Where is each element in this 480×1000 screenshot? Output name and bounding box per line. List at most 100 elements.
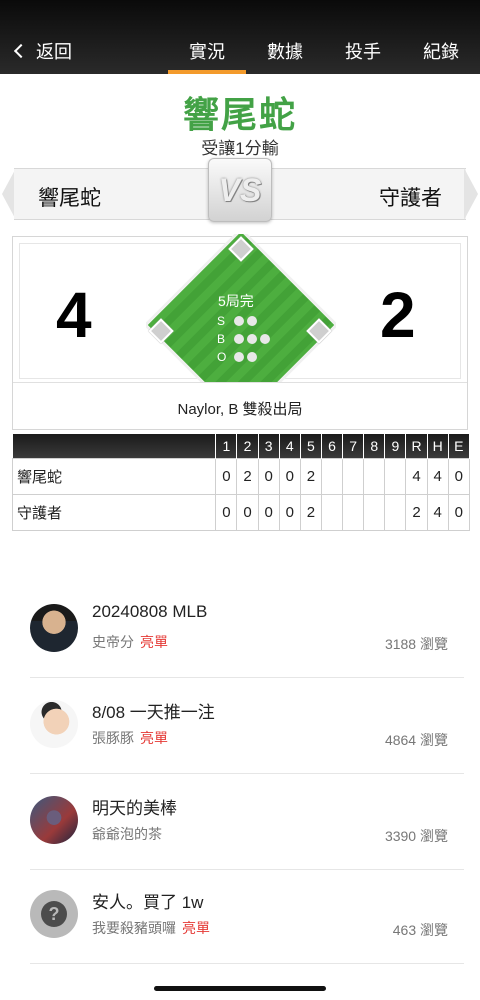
count-dot [234, 316, 244, 326]
avatar[interactable] [30, 796, 78, 844]
count-dot [260, 334, 270, 344]
author-name: 張豚豚 [92, 730, 134, 746]
count-dot [234, 334, 244, 344]
score-cell: 4 [426, 493, 449, 531]
count-dot [247, 316, 257, 326]
score-cell: 0 [215, 493, 238, 531]
count-dot [234, 352, 244, 362]
out-label: O [217, 350, 227, 364]
table-row: 響尾蛇 0 2 0 0 2 4 4 0 [11, 457, 471, 495]
line-score-header: 1 2 3 4 5 6 7 8 9 R H E [12, 434, 471, 458]
list-item[interactable]: 明天的美棒 爺爺泡的茶 3390 瀏覽 [30, 776, 464, 870]
view-count: 3390 瀏覽 [384, 828, 448, 844]
score-cell: 4 [405, 457, 428, 495]
vs-badge: VS [208, 158, 272, 222]
header-cell: 4 [279, 434, 301, 458]
header-cell: 9 [384, 434, 407, 458]
view-count: 463 瀏覽 [392, 922, 448, 938]
top-nav-bar: 返回 實況 數據 投手 紀錄 [0, 0, 480, 74]
score-cell [363, 457, 386, 495]
post-title: 安人。買了 1w [92, 893, 204, 912]
header-team-col [12, 434, 217, 458]
post-author: 張豚豚 亮單 [92, 728, 168, 748]
strike-count: S [217, 314, 257, 328]
count-dot [247, 352, 257, 362]
header-cell: 6 [321, 434, 344, 458]
home-score: 4 [56, 279, 92, 351]
score-cell [342, 493, 365, 531]
inning-status: 5局完 [218, 293, 254, 309]
score-cell: 2 [405, 493, 428, 531]
score-cell [342, 457, 365, 495]
list-item[interactable]: 20240808 MLB 史帝分 亮單 3188 瀏覽 [30, 584, 464, 678]
score-cell: 0 [278, 493, 301, 531]
out-count: O [217, 350, 257, 364]
score-cell [384, 457, 407, 495]
score-cell: 2 [299, 493, 322, 531]
score-cell: 0 [215, 457, 238, 495]
header-cell: 7 [342, 434, 365, 458]
header-cell: 5 [300, 434, 322, 458]
post-author: 史帝分 亮單 [92, 632, 168, 652]
score-cell [384, 493, 407, 531]
pick-team-title: 響尾蛇 [182, 94, 297, 135]
banner-arrow-right [464, 168, 478, 220]
strike-label: S [217, 314, 226, 328]
ball-label: B [217, 332, 226, 346]
avatar[interactable] [30, 700, 78, 748]
score-cell: 0 [447, 493, 471, 531]
post-title: 明天的美棒 [92, 799, 177, 818]
avatar[interactable] [30, 604, 78, 652]
header-cell: 2 [236, 434, 259, 458]
header-cell: E [448, 434, 471, 458]
away-team-name: 守護者 [379, 187, 442, 210]
author-name: 我要殺豬頭囉 [92, 920, 176, 936]
score-cell: 0 [257, 493, 280, 531]
tab-records[interactable]: 紀錄 [402, 38, 480, 74]
score-cell: 0 [447, 457, 471, 495]
author-name: 爺爺泡的茶 [92, 826, 162, 842]
count-dot [247, 334, 257, 344]
header-cell: 3 [258, 434, 280, 458]
score-cell: 0 [278, 457, 301, 495]
score-cell: 2 [299, 457, 322, 495]
tab-pitchers[interactable]: 投手 [324, 38, 402, 74]
score-cell: 0 [236, 493, 259, 531]
show-pick-badge: 亮單 [140, 634, 168, 650]
row-team: 響尾蛇 [11, 457, 217, 495]
avatar[interactable]: ? [30, 890, 78, 938]
post-title: 20240808 MLB [92, 602, 208, 621]
score-cell [320, 457, 344, 495]
header-cell: 8 [363, 434, 386, 458]
post-author: 我要殺豬頭囉 亮單 [92, 918, 210, 938]
home-indicator[interactable] [154, 986, 326, 991]
tab-stats[interactable]: 數據 [246, 38, 324, 74]
header-cell: 1 [215, 434, 238, 458]
score-cell [320, 493, 344, 531]
question-mark-icon: ? [41, 901, 67, 927]
back-label: 返回 [36, 42, 72, 62]
score-cell [363, 493, 386, 531]
scoreboard-divider [13, 382, 467, 383]
handicap-result: 受讓1分輸 [201, 139, 279, 158]
home-team-name: 響尾蛇 [38, 187, 101, 210]
tab-live[interactable]: 實況 [168, 38, 246, 74]
post-author: 爺爺泡的茶 [92, 824, 168, 844]
show-pick-badge: 亮單 [140, 730, 168, 746]
line-score-table: 1 2 3 4 5 6 7 8 9 R H E 響尾蛇 0 2 0 0 2 4 … [11, 434, 471, 531]
last-play-text: Naylor, B 雙殺出局 [177, 401, 303, 418]
back-button[interactable]: 返回 [13, 38, 72, 64]
header-cell: H [427, 434, 449, 458]
score-cell: 2 [236, 457, 259, 495]
row-team: 守護者 [11, 493, 217, 531]
view-count: 4864 瀏覽 [384, 732, 448, 748]
list-item[interactable]: ? 安人。買了 1w 我要殺豬頭囉 亮單 463 瀏覽 [30, 870, 464, 964]
score-cell: 4 [426, 457, 449, 495]
show-pick-badge: 亮單 [182, 920, 210, 936]
tab-bar: 實況 數據 投手 紀錄 [168, 38, 480, 74]
list-item[interactable]: 8/08 一天推一注 張豚豚 亮單 4864 瀏覽 [30, 680, 464, 774]
away-score: 2 [380, 279, 416, 351]
score-cell: 0 [257, 457, 280, 495]
chevron-left-icon [13, 43, 29, 59]
header-cell: R [405, 434, 428, 458]
